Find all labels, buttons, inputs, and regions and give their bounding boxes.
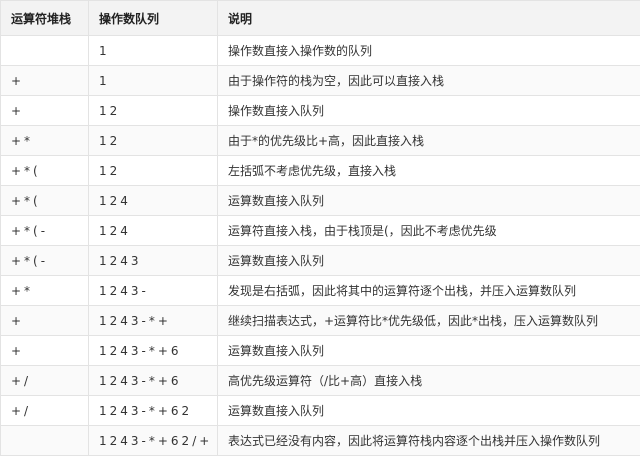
table-row: +* 12 由于*的优先级比+高，因此直接入栈 bbox=[0, 125, 640, 156]
cell-operand-queue: 12 bbox=[88, 95, 218, 126]
table-body: 1 操作数直接入操作数的队列 +1 由于操作符的栈为空，因此可以直接入栈 +12 操作数直… bbox=[0, 35, 640, 456]
cell-description: 运算数直接入队列 bbox=[217, 335, 640, 366]
table-row: +/1243-*+6 高优先级运算符（/比+高）直接入栈 bbox=[0, 365, 640, 396]
table-header: 运算符堆栈 操作数队列 说明 bbox=[0, 0, 640, 36]
cell-description: 操作数直接入操作数的队列 bbox=[217, 35, 640, 66]
cell-operator-stack: +*( bbox=[0, 185, 89, 216]
cell-operator-stack: +/ bbox=[0, 365, 89, 396]
cell-operand-queue: 1243-*+62 bbox=[88, 395, 218, 426]
cell-description: 表达式已经没有内容，因此将运算符栈内容逐个出栈并压入操作数队列 bbox=[217, 425, 640, 456]
cell-description: 运算数直接入队列 bbox=[217, 395, 640, 426]
cell-operand-queue: 1243-*+ bbox=[88, 305, 218, 336]
cell-description: 运算数直接入队列 bbox=[217, 185, 640, 216]
table-row: 1 操作数直接入操作数的队列 bbox=[0, 35, 640, 66]
cell-description: 由于操作符的栈为空，因此可以直接入栈 bbox=[217, 65, 640, 96]
header-operand-queue: 操作数队列 bbox=[88, 0, 218, 36]
cell-operator-stack: + bbox=[0, 335, 89, 366]
cell-operator-stack: +*(- bbox=[0, 215, 89, 246]
cell-description: 左括弧不考虑优先级，直接入栈 bbox=[217, 155, 640, 186]
cell-operand-queue: 1243-*+6 bbox=[88, 365, 218, 396]
cell-operand-queue: 124 bbox=[88, 185, 218, 216]
table-row: +1 由于操作符的栈为空，因此可以直接入栈 bbox=[0, 65, 640, 96]
table-row: +*(12 左括弧不考虑优先级，直接入栈 bbox=[0, 155, 640, 186]
cell-operator-stack: +*( bbox=[0, 155, 89, 186]
cell-description: 由于*的优先级比+高，因此直接入栈 bbox=[217, 125, 640, 156]
cell-operand-queue: 12 bbox=[88, 125, 218, 156]
table-row: +/1243-*+62 运算数直接入队列 bbox=[0, 395, 640, 426]
table-row: +*(- 1243 运算数直接入队列 bbox=[0, 245, 640, 276]
cell-operator-stack: +/ bbox=[0, 395, 89, 426]
cell-operand-queue: 1 bbox=[88, 65, 218, 96]
cell-operator-stack bbox=[0, 35, 89, 66]
cell-operand-queue: 1243 bbox=[88, 245, 218, 276]
cell-operator-stack: +* bbox=[0, 125, 89, 156]
table-row: +1243-*+ 继续扫描表达式，+运算符比*优先级低，因此*出栈，压入运算数队列 bbox=[0, 305, 640, 336]
table-row: +*(124 运算数直接入队列 bbox=[0, 185, 640, 216]
cell-operator-stack: + bbox=[0, 305, 89, 336]
header-description: 说明 bbox=[217, 0, 640, 36]
table-row: +* 1243- 发现是右括弧，因此将其中的运算符逐个出栈，并压入运算数队列 bbox=[0, 275, 640, 306]
cell-description: 运算符直接入栈，由于栈顶是(，因此不考虑优先级 bbox=[217, 215, 640, 246]
header-row: 运算符堆栈 操作数队列 说明 bbox=[0, 0, 640, 36]
cell-operand-queue: 124 bbox=[88, 215, 218, 246]
cell-operand-queue: 1 bbox=[88, 35, 218, 66]
cell-operator-stack bbox=[0, 425, 89, 456]
conversion-table: 运算符堆栈 操作数队列 说明 1 操作数直接入操作数的队列 +1 由于操作符的栈为空，… bbox=[0, 0, 640, 456]
cell-description: 高优先级运算符（/比+高）直接入栈 bbox=[217, 365, 640, 396]
cell-operand-queue: 1243-*+62/+ bbox=[88, 425, 218, 456]
cell-operator-stack: + bbox=[0, 95, 89, 126]
cell-operator-stack: + bbox=[0, 65, 89, 96]
cell-description: 继续扫描表达式，+运算符比*优先级低，因此*出栈，压入运算数队列 bbox=[217, 305, 640, 336]
header-operator-stack: 运算符堆栈 bbox=[0, 0, 89, 36]
cell-operator-stack: +*(- bbox=[0, 245, 89, 276]
cell-description: 操作数直接入队列 bbox=[217, 95, 640, 126]
table-row: +12 操作数直接入队列 bbox=[0, 95, 640, 126]
cell-operand-queue: 12 bbox=[88, 155, 218, 186]
table-row: 1243-*+62/+ 表达式已经没有内容，因此将运算符栈内容逐个出栈并压入操作数… bbox=[0, 425, 640, 456]
table-row: +1243-*+6 运算数直接入队列 bbox=[0, 335, 640, 366]
cell-operator-stack: +* bbox=[0, 275, 89, 306]
cell-operand-queue: 1243- bbox=[88, 275, 218, 306]
cell-operand-queue: 1243-*+6 bbox=[88, 335, 218, 366]
table-row: +*(- 124 运算符直接入栈，由于栈顶是(，因此不考虑优先级 bbox=[0, 215, 640, 246]
cell-description: 运算数直接入队列 bbox=[217, 245, 640, 276]
cell-description: 发现是右括弧，因此将其中的运算符逐个出栈，并压入运算数队列 bbox=[217, 275, 640, 306]
